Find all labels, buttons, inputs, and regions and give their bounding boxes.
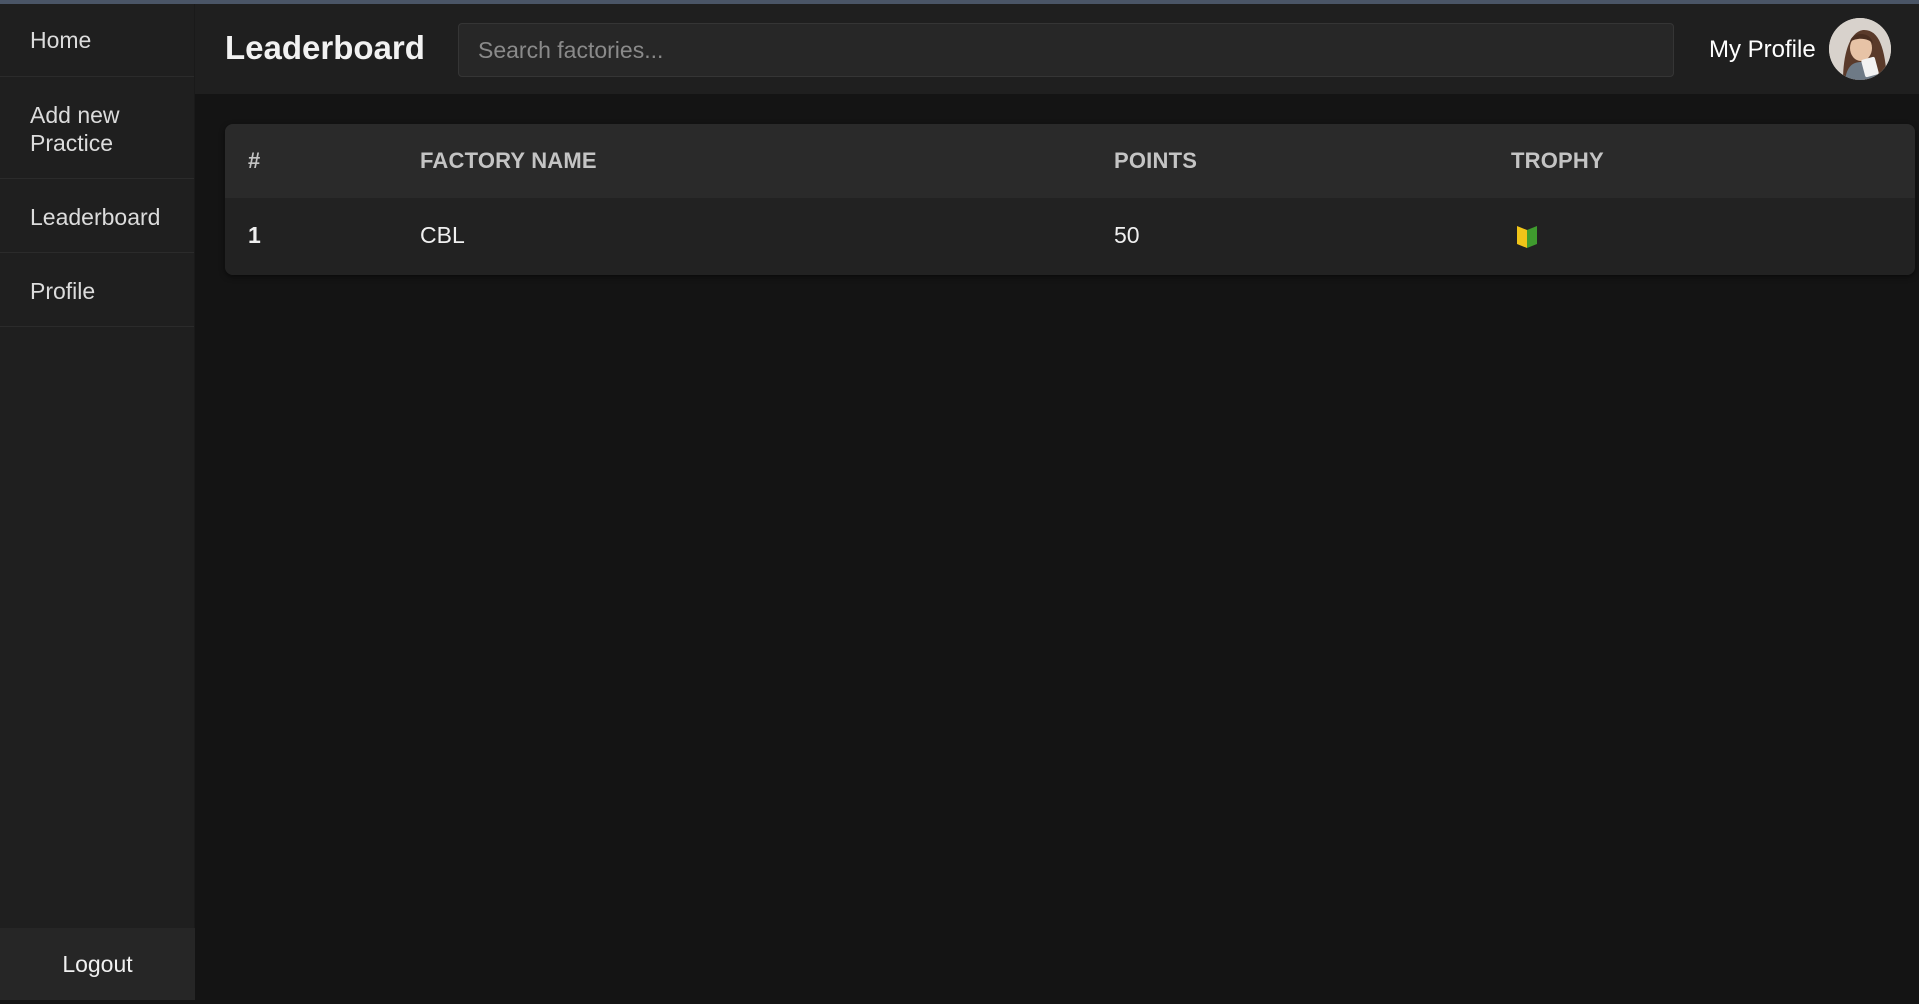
sidebar: Home Add new Practice Leaderboard Profil…	[0, 4, 195, 1000]
column-header-trophy: TROPHY	[1511, 148, 1604, 173]
table-header-row: # FACTORY NAME POINTS TROPHY	[225, 124, 1915, 198]
user-avatar-icon[interactable]	[1829, 18, 1891, 80]
my-profile-link[interactable]: My Profile	[1709, 36, 1816, 64]
logout-button[interactable]: Logout	[0, 928, 195, 1000]
factory-name-cell: CBL	[420, 222, 465, 248]
points-cell: 50	[1114, 222, 1140, 248]
table-row: 1 CBL 50	[225, 198, 1915, 275]
leaderboard-table: # FACTORY NAME POINTS TROPHY 1 CBL 50	[225, 124, 1915, 275]
column-header-factory-name: FACTORY NAME	[420, 148, 597, 173]
top-header: Leaderboard My Profile	[195, 4, 1919, 94]
sidebar-item-leaderboard[interactable]: Leaderboard	[0, 179, 194, 253]
column-header-points: POINTS	[1114, 148, 1198, 173]
sidebar-item-profile[interactable]: Profile	[0, 253, 194, 327]
page-title: Leaderboard	[225, 29, 425, 66]
beginner-badge-icon	[1517, 226, 1537, 248]
sidebar-item-add-new-practice[interactable]: Add new Practice	[0, 77, 194, 179]
sidebar-item-home[interactable]: Home	[0, 4, 194, 77]
rank-cell: 1	[248, 222, 261, 248]
search-input[interactable]	[458, 23, 1674, 77]
avatar-image	[1829, 18, 1891, 80]
column-header-rank: #	[248, 148, 261, 173]
